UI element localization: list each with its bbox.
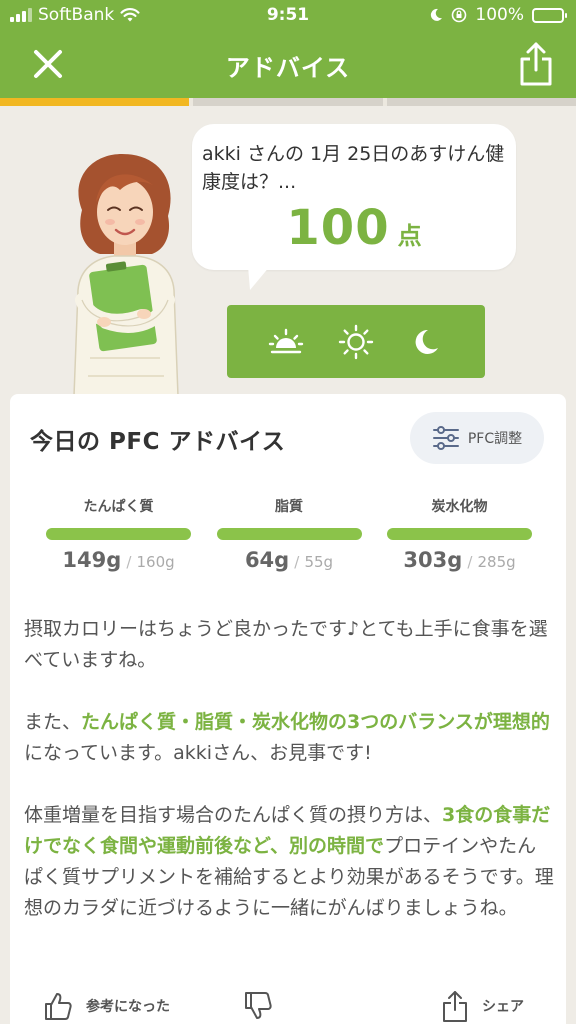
time-of-day-selector bbox=[227, 305, 485, 378]
macro-label: たんぱく質 bbox=[83, 499, 154, 515]
moon-icon[interactable] bbox=[408, 324, 444, 360]
advice-progress bbox=[0, 98, 576, 106]
macro-separator: / bbox=[126, 553, 132, 571]
progress-segment-3 bbox=[386, 98, 576, 106]
health-score-unit: 点 bbox=[397, 222, 422, 250]
battery-icon bbox=[532, 7, 567, 23]
macro-target: 160g bbox=[136, 553, 175, 571]
macro-actual: 303g bbox=[403, 548, 463, 572]
advisor-avatar bbox=[73, 154, 179, 396]
do-not-disturb-icon bbox=[431, 8, 443, 21]
progress-segment-2 bbox=[193, 98, 383, 106]
pfc-advice-card: 今日の PFC アドバイス PFC調整 たんぱく質 149g / 160g 脂質… bbox=[10, 394, 566, 1024]
thumbs-up-icon bbox=[45, 993, 72, 1020]
pfc-adjust-label: PFC調整 bbox=[467, 431, 523, 447]
app-header: アドバイス bbox=[0, 30, 576, 98]
advice-text: 摂取カロリーはちょうど良かったです♪とても上手に食事を選べていますね。 また、た… bbox=[24, 614, 554, 955]
health-score: 100 点 bbox=[202, 200, 506, 256]
health-score-bubble: akki さんの 1月 25日のあすけん健康度は？... 100 点 bbox=[192, 124, 516, 290]
macro-values: 64g / 55g bbox=[217, 548, 362, 572]
advice-text-run: また、 bbox=[24, 711, 82, 733]
bubble-tail-icon bbox=[248, 266, 270, 290]
sliders-icon bbox=[432, 426, 459, 450]
sun-icon[interactable] bbox=[338, 324, 374, 360]
macro-label: 脂質 bbox=[275, 499, 303, 515]
helpful-label: 参考になった bbox=[86, 999, 170, 1015]
not-helpful-button[interactable] bbox=[242, 990, 274, 1022]
share-button[interactable] bbox=[516, 40, 556, 88]
macro-separator: / bbox=[294, 553, 300, 571]
macro-target: 285g bbox=[477, 553, 516, 571]
share-advice-button[interactable]: シェア bbox=[440, 990, 524, 1022]
battery-percent: 100% bbox=[475, 5, 524, 25]
macro-bar bbox=[387, 528, 532, 540]
health-score-value: 100 bbox=[286, 200, 390, 256]
macro-protein: たんぱく質 149g / 160g bbox=[46, 496, 191, 572]
macro-label: 炭水化物 bbox=[431, 499, 488, 515]
advice-highlight: たんぱく質・脂質・炭水化物の3つのバランスが理想的 bbox=[81, 711, 550, 733]
macro-target: 55g bbox=[304, 553, 334, 571]
macro-values: 149g / 160g bbox=[46, 548, 191, 572]
sunrise-icon[interactable] bbox=[268, 324, 304, 360]
macro-carbs: 炭水化物 303g / 285g bbox=[387, 496, 532, 572]
advice-text-run: になっています。akkiさん、お見事です! bbox=[24, 742, 372, 764]
rotation-lock-icon bbox=[452, 7, 467, 23]
status-bar: SoftBank 9:51 100% bbox=[0, 0, 576, 30]
pfc-macros: たんぱく質 149g / 160g 脂質 64g / 55g 炭水化物 303g… bbox=[46, 496, 532, 572]
share-icon bbox=[443, 991, 467, 1022]
feedback-actions: 参考になった シェア bbox=[42, 990, 542, 1024]
macro-values: 303g / 285g bbox=[387, 548, 532, 572]
pfc-adjust-button[interactable]: PFC調整 bbox=[410, 412, 544, 464]
advice-text-run: 体重増量を目指す場合のたんぱく質の摂り方は、 bbox=[24, 804, 443, 826]
share-label: シェア bbox=[482, 999, 524, 1015]
helpful-button[interactable]: 参考になった bbox=[42, 990, 170, 1022]
advice-paragraph-2: また、たんぱく質・脂質・炭水化物の3つのバランスが理想的になっています。akki… bbox=[24, 707, 554, 769]
macro-fat: 脂質 64g / 55g bbox=[216, 496, 362, 572]
macro-separator: / bbox=[467, 553, 473, 571]
advice-paragraph-3: 体重増量を目指す場合のたんぱく質の摂り方は、3食の食事だけでなく食間や運動前後な… bbox=[24, 800, 554, 924]
health-score-question: akki さんの 1月 25日のあすけん健康度は？... bbox=[202, 143, 505, 193]
macro-bar bbox=[216, 528, 362, 540]
progress-segment-1 bbox=[0, 98, 190, 106]
page-title: アドバイス bbox=[225, 54, 351, 82]
macro-bar bbox=[46, 528, 191, 540]
thumbs-down-icon bbox=[245, 992, 272, 1019]
pfc-card-title: 今日の PFC アドバイス bbox=[30, 429, 286, 455]
status-right: 100% bbox=[429, 5, 567, 25]
macro-actual: 64g bbox=[244, 548, 290, 572]
advice-paragraph-1: 摂取カロリーはちょうど良かったです♪とても上手に食事を選べていますね。 bbox=[24, 618, 548, 671]
macro-actual: 149g bbox=[62, 548, 122, 572]
